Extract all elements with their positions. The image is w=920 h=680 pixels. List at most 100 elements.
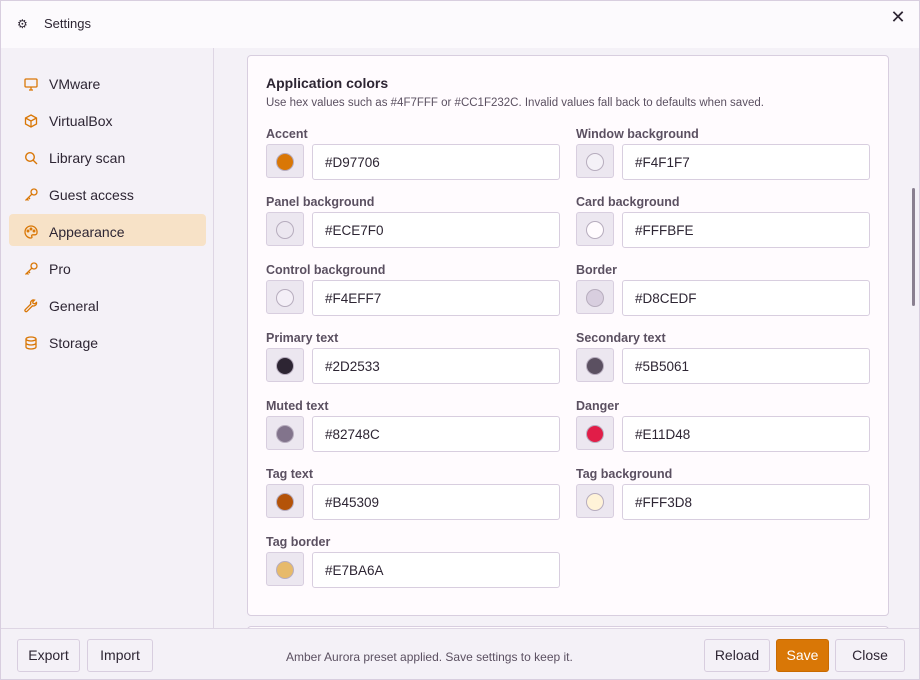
status-message: Amber Aurora preset applied. Save settin… bbox=[286, 650, 573, 664]
application-colors-card: Application colors Use hex values such a… bbox=[247, 55, 889, 616]
color-field-secondary-text: Secondary text bbox=[576, 331, 870, 393]
hex-input[interactable] bbox=[312, 552, 560, 588]
card-title: Application colors bbox=[266, 75, 389, 91]
hex-input[interactable] bbox=[622, 212, 870, 248]
color-picker-button[interactable] bbox=[576, 280, 614, 314]
color-field-window-background: Window background bbox=[576, 127, 870, 189]
wrench-icon bbox=[23, 298, 39, 314]
footer-bar: Export Import Amber Aurora preset applie… bbox=[1, 628, 919, 679]
color-swatch bbox=[586, 357, 604, 375]
palette-icon bbox=[23, 224, 39, 240]
color-picker-button[interactable] bbox=[576, 144, 614, 178]
color-field-danger: Danger bbox=[576, 399, 870, 461]
hex-input[interactable] bbox=[312, 144, 560, 180]
color-swatch bbox=[586, 289, 604, 307]
import-button[interactable]: Import bbox=[87, 639, 153, 672]
sidebar-item-appearance[interactable]: Appearance bbox=[9, 214, 206, 246]
color-swatch bbox=[276, 425, 294, 443]
settings-gear-icon: ⚙ bbox=[17, 17, 28, 31]
color-picker-button[interactable] bbox=[576, 348, 614, 382]
color-picker-button[interactable] bbox=[576, 484, 614, 518]
sidebar-item-storage[interactable]: Storage bbox=[9, 327, 206, 359]
field-label: Secondary text bbox=[576, 331, 666, 345]
color-swatch bbox=[276, 561, 294, 579]
field-label: Tag background bbox=[576, 467, 673, 481]
hex-input[interactable] bbox=[312, 416, 560, 452]
color-swatch bbox=[586, 221, 604, 239]
export-button[interactable]: Export bbox=[17, 639, 80, 672]
color-field-border: Border bbox=[576, 263, 870, 325]
color-field-muted-text: Muted text bbox=[266, 399, 560, 461]
sidebar-item-pro[interactable]: Pro bbox=[9, 253, 206, 285]
sidebar-item-label: General bbox=[49, 298, 99, 314]
color-picker-button[interactable] bbox=[576, 212, 614, 246]
field-label: Muted text bbox=[266, 399, 329, 413]
hex-input[interactable] bbox=[622, 484, 870, 520]
monitor-icon bbox=[23, 76, 39, 92]
field-label: Accent bbox=[266, 127, 308, 141]
window-close-button[interactable]: ✕ bbox=[887, 7, 909, 29]
sidebar-item-label: Storage bbox=[49, 335, 99, 351]
color-picker-button[interactable] bbox=[266, 552, 304, 586]
sidebar-item-library-scan[interactable]: Library scan bbox=[9, 142, 206, 174]
settings-window: ⚙ Settings ✕ VMware VirtualBox Library s… bbox=[0, 0, 920, 680]
color-field-tag-border: Tag border bbox=[266, 535, 560, 597]
hex-input[interactable] bbox=[622, 416, 870, 452]
sidebar-item-label: Pro bbox=[49, 261, 71, 277]
color-swatch bbox=[276, 357, 294, 375]
scrollbar-thumb[interactable] bbox=[912, 188, 915, 306]
sidebar: VMware VirtualBox Library scan Guest acc… bbox=[1, 48, 214, 628]
color-field-card-background: Card background bbox=[576, 195, 870, 257]
hex-input[interactable] bbox=[312, 484, 560, 520]
key-icon bbox=[23, 261, 39, 277]
color-swatch bbox=[276, 289, 294, 307]
color-swatch bbox=[586, 425, 604, 443]
hex-input[interactable] bbox=[622, 280, 870, 316]
field-label: Danger bbox=[576, 399, 620, 413]
sidebar-item-vmware[interactable]: VMware bbox=[9, 68, 206, 100]
hex-input[interactable] bbox=[312, 212, 560, 248]
field-label: Window background bbox=[576, 127, 699, 141]
field-label: Panel background bbox=[266, 195, 375, 209]
color-picker-button[interactable] bbox=[266, 484, 304, 518]
color-field-primary-text: Primary text bbox=[266, 331, 560, 393]
color-field-control-background: Control background bbox=[266, 263, 560, 325]
sidebar-item-label: Guest access bbox=[49, 187, 134, 203]
color-swatch bbox=[276, 493, 294, 511]
color-picker-button[interactable] bbox=[266, 280, 304, 314]
field-label: Tag text bbox=[266, 467, 313, 481]
color-field-accent: Accent bbox=[266, 127, 560, 189]
save-button[interactable]: Save bbox=[776, 639, 829, 672]
color-picker-button[interactable] bbox=[266, 212, 304, 246]
color-picker-button[interactable] bbox=[266, 144, 304, 178]
field-label: Border bbox=[576, 263, 617, 277]
color-picker-button[interactable] bbox=[266, 348, 304, 382]
field-label: Primary text bbox=[266, 331, 339, 345]
hex-input[interactable] bbox=[312, 280, 560, 316]
color-swatch bbox=[586, 493, 604, 511]
hex-input[interactable] bbox=[622, 348, 870, 384]
color-picker-button[interactable] bbox=[266, 416, 304, 450]
sidebar-item-guest-access[interactable]: Guest access bbox=[9, 179, 206, 211]
field-label: Card background bbox=[576, 195, 680, 209]
color-swatch bbox=[586, 153, 604, 171]
box-icon bbox=[23, 113, 39, 129]
color-field-tag-background: Tag background bbox=[576, 467, 870, 529]
field-label: Tag border bbox=[266, 535, 331, 549]
window-title: Settings bbox=[44, 16, 91, 31]
close-button[interactable]: Close bbox=[835, 639, 905, 672]
field-label: Control background bbox=[266, 263, 386, 277]
color-picker-button[interactable] bbox=[576, 416, 614, 450]
reload-button[interactable]: Reload bbox=[704, 639, 770, 672]
hex-input[interactable] bbox=[312, 348, 560, 384]
color-swatch bbox=[276, 153, 294, 171]
color-field-panel-background: Panel background bbox=[266, 195, 560, 257]
sidebar-item-label: Library scan bbox=[49, 150, 126, 166]
hex-input[interactable] bbox=[622, 144, 870, 180]
sidebar-item-label: VirtualBox bbox=[49, 113, 113, 129]
sidebar-item-general[interactable]: General bbox=[9, 290, 206, 322]
database-icon bbox=[23, 335, 39, 351]
sidebar-item-virtualbox[interactable]: VirtualBox bbox=[9, 105, 206, 137]
sidebar-item-label: Appearance bbox=[49, 224, 125, 240]
key-icon bbox=[23, 187, 39, 203]
